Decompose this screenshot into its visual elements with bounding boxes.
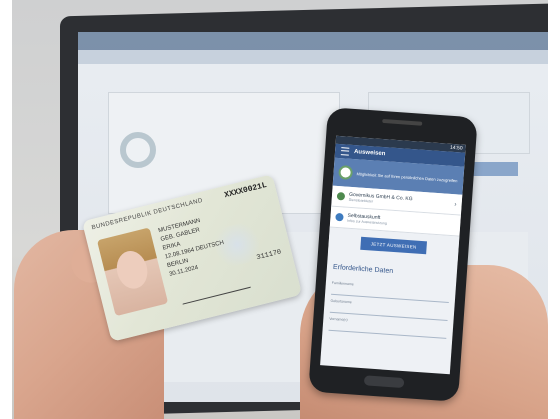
id-card-number: XXXX0021L — [223, 180, 268, 201]
app-title: Ausweisen — [353, 149, 386, 158]
phone-speaker — [382, 118, 423, 126]
hamburger-menu-icon[interactable] — [340, 147, 350, 156]
authenticate-now-button[interactable]: JETZT AUSWEISEN — [360, 236, 428, 254]
intro-text: Möglichkeit Sie auf Ihren persönlichen D… — [356, 170, 458, 183]
frame-edge-left — [0, 0, 12, 419]
laptop-screen-logo-icon — [120, 132, 156, 168]
smartphone: 14:50 Ausweisen Möglichkeit Sie auf Ihre… — [308, 107, 478, 402]
phone-screen: 14:50 Ausweisen Möglichkeit Sie auf Ihre… — [320, 135, 466, 375]
id-card-fields: MUSTERMANN GEB. GABLER ERIKA 12.08.1964 … — [158, 201, 278, 280]
self-authentication-texts: Selbstauskunft Infos zur Ausweisnutzung — [347, 213, 455, 231]
self-authentication-icon — [335, 212, 344, 222]
phone-home-button — [363, 375, 405, 389]
laptop-screen-navbar — [78, 50, 548, 64]
field-first-names: Vorname(n) — [328, 316, 448, 339]
chevron-right-icon: › — [454, 200, 457, 208]
ausweis-app-logo-icon — [338, 165, 354, 180]
laptop-screen-topbar — [78, 32, 548, 50]
status-time: 14:50 — [449, 144, 463, 152]
provider-texts: Governikus GmbH & Co. KG Diensteanbieter — [349, 192, 455, 209]
frame-edge-right — [548, 0, 560, 419]
id-card-signature — [182, 273, 253, 305]
provider-icon — [336, 191, 346, 201]
photo-scene: 14:50 Ausweisen Möglichkeit Sie auf Ihre… — [0, 0, 560, 419]
